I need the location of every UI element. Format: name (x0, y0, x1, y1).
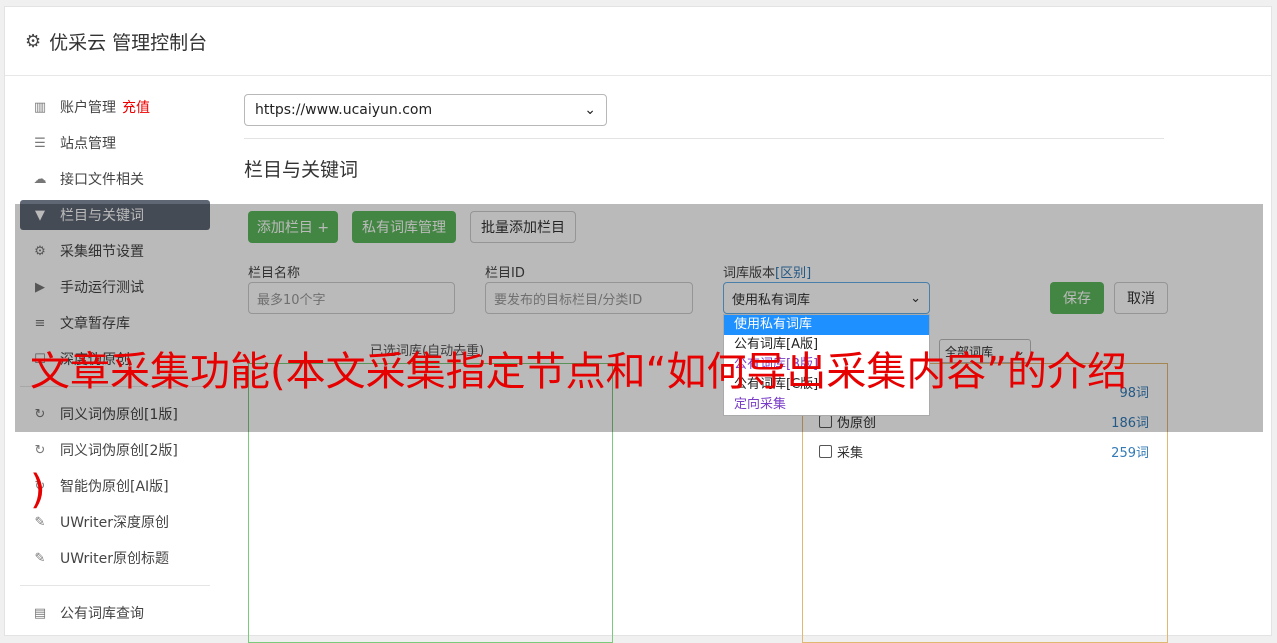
bar-chart-icon: ▥ (33, 99, 47, 115)
chevron-down-icon: ⌄ (584, 102, 596, 118)
recharge-link[interactable]: 充值 (122, 97, 150, 117)
sidebar-item-label: UWriter深度原创 (60, 515, 169, 531)
lib-name: 采集 (837, 446, 864, 461)
sidebar-item-label: 同义词伪原创[2版] (60, 443, 178, 459)
sidebar-item-label: 公有词库查询 (60, 606, 144, 622)
page-title: 优采云 管理控制台 (49, 31, 208, 54)
sidebar-item-ai-rewrite[interactable]: ↻ 智能伪原创[AI版] (20, 471, 210, 501)
gear-icon: ⚙ (25, 30, 42, 52)
header: ⚙ 优采云 管理控制台 (5, 7, 1271, 76)
server-icon: ☰ (34, 135, 46, 151)
site-select-value: https://www.ucaiyun.com (255, 102, 433, 118)
sidebar-item-public-lib[interactable]: ▤ 公有词库查询 (20, 598, 210, 628)
sidebar-item-uwriter-deep[interactable]: ✎ UWriter深度原创 (20, 507, 210, 537)
section-title: 栏目与关键词 (244, 159, 359, 181)
edit-icon: ✎ (34, 550, 46, 566)
checkbox[interactable] (819, 445, 832, 458)
overlay-banner-title-end: ) (30, 467, 46, 513)
main-content: https://www.ucaiyun.com ⌄ 栏目与关键词 (244, 94, 1164, 182)
sidebar-divider (20, 585, 210, 586)
sidebar-item-sites[interactable]: ☰ 站点管理 (20, 128, 210, 158)
list-item[interactable]: 采集 259词 (819, 442, 1149, 461)
sidebar-item-uwriter-title[interactable]: ✎ UWriter原创标题 (20, 543, 210, 573)
sidebar-item-account[interactable]: ▥ 账户管理 充值 (20, 92, 210, 122)
book-icon: ▤ (33, 605, 47, 621)
sidebar-item-label: 站点管理 (60, 136, 116, 152)
cloud-upload-icon: ☁ (33, 171, 47, 187)
sidebar-item-interface[interactable]: ☁ 接口文件相关 (20, 164, 210, 194)
sidebar-item-label: 账户管理 (60, 100, 116, 116)
sidebar-item-label: UWriter原创标题 (60, 551, 169, 567)
sidebar-item-label: 智能伪原创[AI版] (60, 479, 169, 495)
dropdown-option[interactable]: 使用私有词库 (724, 315, 929, 335)
divider (244, 138, 1164, 139)
site-select[interactable]: https://www.ucaiyun.com ⌄ (244, 94, 607, 126)
sidebar-item-synonym-v2[interactable]: ↻ 同义词伪原创[2版] (20, 435, 210, 465)
lib-count: 259词 (1111, 446, 1149, 461)
refresh-icon: ↻ (34, 442, 46, 458)
overlay-banner-title: 文章采集功能(本文采集指定节点和“如何导出采集内容”的介绍 (30, 349, 1128, 395)
sidebar-item-label: 接口文件相关 (60, 172, 144, 188)
